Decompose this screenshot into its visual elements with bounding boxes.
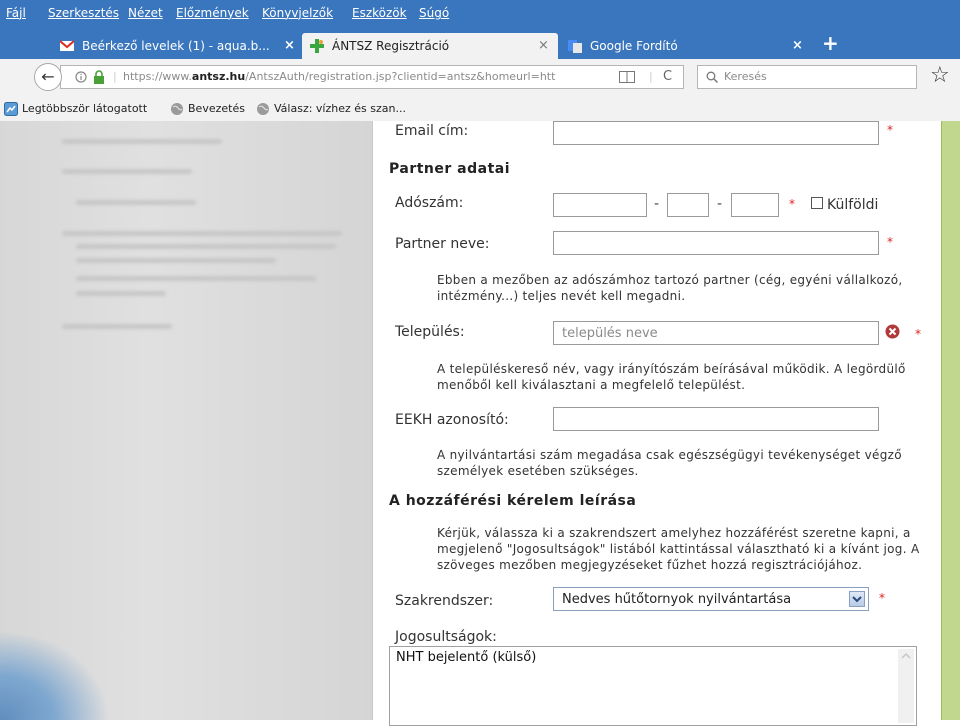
tab-google-translate[interactable]: Google Fordító × (560, 33, 810, 59)
menu-history[interactable]: Előzmények (176, 6, 249, 20)
gmail-icon (60, 40, 74, 51)
bookmark-most-visited[interactable]: Legtöbbször látogatott (22, 102, 147, 115)
eekh-help-text: A nyilvántartási szám megadása csak egés… (437, 448, 902, 478)
bookmarks-bar: Legtöbbször látogatott Bevezetés Válasz:… (0, 97, 960, 122)
antsz-icon (310, 39, 324, 53)
blurred-text (76, 244, 336, 249)
settlement-label: Település: (395, 324, 465, 340)
blurred-text (62, 231, 342, 236)
tax-number-dash: - (717, 196, 723, 212)
foreign-checkbox[interactable] (811, 197, 823, 209)
reader-view-icon[interactable] (619, 71, 635, 83)
lock-icon[interactable] (93, 70, 105, 84)
partner-name-label: Partner neve: (395, 236, 490, 252)
email-field[interactable] (553, 121, 879, 145)
tab-title: Google Fordító (590, 39, 678, 53)
partner-help-text: Ebben a mezőben az adószámhoz tartozó pa… (437, 273, 903, 303)
right-border-decoration (940, 121, 960, 720)
new-tab-button[interactable]: + (822, 31, 839, 55)
blurred-text (76, 276, 316, 281)
access-help-text: Kérjük, válassza ki a szakrendszert amel… (437, 526, 920, 572)
bookmark-intro[interactable]: Bevezetés (188, 102, 245, 115)
rights-option[interactable]: NHT bejelentő (külső) (396, 650, 536, 665)
eekh-label: EEKH azonosító: (395, 412, 509, 428)
settlement-field[interactable]: település neve (553, 321, 879, 345)
globe-icon (171, 103, 183, 115)
tax-number-field-1[interactable] (553, 193, 647, 217)
system-selected-value: Nedves hűtőtornyok nyilvántartása (562, 592, 792, 607)
dropdown-button[interactable] (849, 591, 865, 607)
menu-tools[interactable]: Eszközök (352, 6, 407, 20)
back-button[interactable]: ← (34, 63, 62, 91)
reload-icon[interactable]: C (663, 66, 672, 88)
google-translate-icon (568, 40, 582, 53)
globe-icon (257, 103, 269, 115)
close-icon[interactable]: × (538, 33, 549, 59)
blurred-text (76, 258, 276, 263)
tax-number-field-3[interactable] (731, 193, 779, 217)
partner-name-field[interactable] (553, 231, 879, 255)
blurred-text (76, 200, 196, 205)
menu-bookmarks[interactable]: Könyvjelzők (262, 6, 333, 20)
required-mark: * (915, 327, 921, 341)
url-text: https://www.antsz.hu/AntszAuth/registrat… (123, 70, 556, 83)
back-arrow-icon: ← (41, 67, 55, 86)
required-mark: * (887, 235, 893, 249)
clear-icon[interactable] (885, 324, 900, 339)
access-section-header: A hozzáférési kérelem leírása (389, 493, 637, 509)
url-separator: | (113, 70, 117, 83)
tab-bar: Beérkező levelek (1) - aqua.b... × ÁNTSZ… (0, 26, 960, 59)
close-icon[interactable]: × (284, 33, 295, 59)
tax-number-field-2[interactable] (667, 193, 709, 217)
system-select[interactable]: Nedves hűtőtornyok nyilvántartása (553, 587, 869, 611)
chevron-down-icon (852, 596, 862, 603)
required-mark: * (789, 197, 795, 211)
close-icon[interactable]: × (792, 33, 803, 59)
bookmark-reply[interactable]: Válasz: vízhez és szan... (274, 102, 406, 115)
menu-help[interactable]: Súgó (419, 6, 449, 20)
tax-number-dash: - (654, 196, 660, 212)
tax-number-label: Adószám: (395, 195, 464, 211)
required-mark: * (879, 591, 885, 605)
system-label: Szakrendszer: (395, 593, 494, 609)
required-mark: * (887, 123, 893, 137)
eekh-field[interactable] (553, 407, 879, 431)
url-separator: | (649, 70, 653, 83)
tab-title: Beérkező levelek (1) - aqua.b... (82, 39, 270, 53)
blurred-text (62, 139, 222, 144)
scrollbar[interactable] (898, 649, 914, 723)
menu-edit[interactable]: Szerkesztés (48, 6, 119, 20)
nav-toolbar: | https://www.antsz.hu/AntszAuth/registr… (0, 59, 960, 98)
rights-label: Jogosultságok: (395, 629, 497, 645)
tab-title: ÁNTSZ Regisztráció (332, 39, 450, 53)
most-visited-icon (4, 102, 18, 116)
url-bar[interactable]: | https://www.antsz.hu/AntszAuth/registr… (60, 65, 684, 89)
rights-listbox[interactable]: NHT bejelentő (külső) (389, 646, 917, 726)
blurred-text (76, 291, 166, 296)
search-icon (706, 71, 718, 83)
blurred-text (62, 324, 172, 329)
registration-form: Email cím: * Partner adatai Adószám: - -… (372, 121, 941, 726)
partner-section-header: Partner adatai (389, 161, 511, 177)
menu-file[interactable]: Fájl (6, 6, 26, 20)
menu-bar: Fájl Szerkesztés Nézet Előzmények Könyvj… (0, 0, 960, 26)
info-icon[interactable] (75, 71, 87, 83)
blurred-text (62, 169, 192, 174)
search-bar[interactable]: Keresés (697, 65, 917, 89)
settlement-placeholder: település neve (562, 326, 658, 341)
menu-view[interactable]: Nézet (128, 6, 163, 20)
settlement-help-text: A településkereső név, vagy irányítószám… (437, 362, 906, 392)
scroll-up-icon[interactable] (898, 649, 914, 663)
bookmark-star-icon[interactable]: ☆ (930, 63, 950, 88)
decorative-wave (0, 630, 110, 720)
email-label: Email cím: (395, 123, 469, 139)
tab-gmail[interactable]: Beérkező levelek (1) - aqua.b... × (52, 33, 300, 59)
foreign-label: Külföldi (827, 197, 879, 213)
blurred-sidebar (0, 121, 372, 720)
tab-antsz[interactable]: ÁNTSZ Regisztráció × (302, 33, 558, 59)
search-placeholder: Keresés (724, 70, 767, 83)
